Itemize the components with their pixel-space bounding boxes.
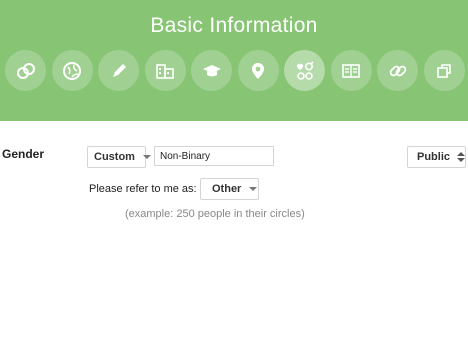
gender-label: Gender	[2, 147, 45, 161]
visibility-value: Public	[417, 151, 451, 163]
pencil-icon[interactable]	[98, 50, 140, 91]
page-title: Basic Information	[150, 14, 318, 37]
pronoun-hint: (example: 250 people in their circles)	[125, 208, 305, 220]
up-down-arrows-icon	[457, 152, 466, 162]
chevron-down-icon	[142, 155, 151, 159]
header-banner: Basic Information	[0, 0, 468, 121]
gender-select[interactable]: Custom	[87, 146, 151, 168]
building-icon[interactable]	[144, 50, 186, 91]
pronoun-select-value: Other	[212, 183, 242, 195]
copy-icon[interactable]	[423, 50, 465, 91]
gender-select-value: Custom	[94, 151, 135, 163]
graduation-cap-icon[interactable]	[191, 50, 233, 91]
custom-gender-input[interactable]	[154, 146, 274, 166]
link-icon[interactable]	[377, 50, 419, 91]
globe-icon[interactable]	[51, 50, 93, 91]
contact-card-icon[interactable]	[330, 50, 372, 91]
section-icon-row	[5, 50, 465, 92]
visibility-select[interactable]: Public	[407, 146, 466, 168]
map-pin-icon[interactable]	[237, 50, 279, 91]
pronoun-select[interactable]: Other	[200, 178, 259, 200]
circles-icon[interactable]	[5, 50, 46, 91]
pronoun-label: Please refer to me as:	[89, 183, 197, 195]
chevron-down-icon	[249, 187, 258, 191]
relationships-icon[interactable]	[284, 50, 326, 91]
